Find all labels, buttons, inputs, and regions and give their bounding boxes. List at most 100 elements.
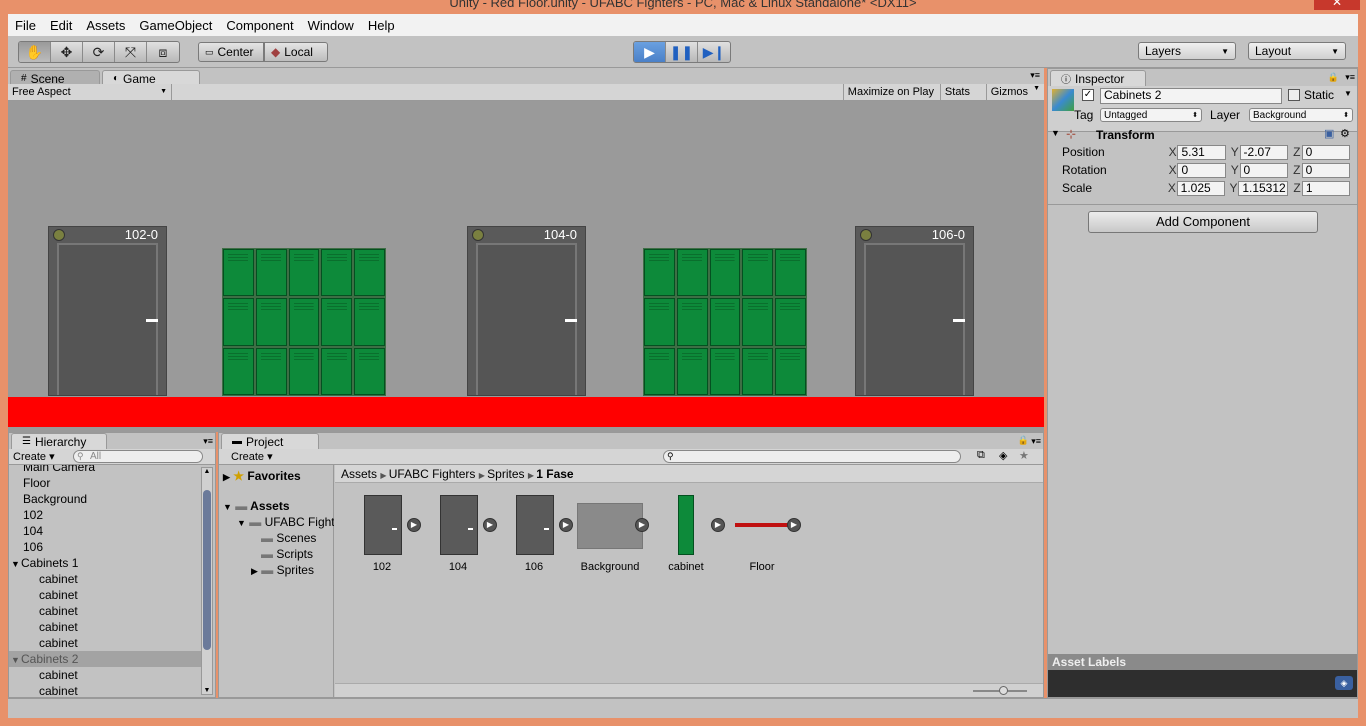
project-search-input[interactable]: ⚲ [663, 450, 961, 463]
hierarchy-item-cabinets-1[interactable]: ▼Cabinets 1 [9, 555, 201, 571]
stats-toggle[interactable]: Stats [939, 84, 974, 100]
rotation-z-field[interactable]: 0 [1301, 162, 1350, 178]
assets-folder[interactable]: ▼ ▬ Assets [223, 499, 290, 513]
hierarchy-item[interactable]: cabinet [9, 635, 201, 651]
favorites-item[interactable]: ▶ ★ Favorites [223, 469, 301, 483]
rect-tool-icon[interactable]: ⧈ [147, 42, 179, 62]
pause-icon[interactable]: ❚❚ [666, 42, 698, 62]
chevron-down-icon[interactable]: ▼ [1051, 128, 1060, 138]
position-z-field[interactable]: 0 [1301, 144, 1350, 160]
hierarchy-item[interactable]: cabinet [9, 683, 201, 697]
hierarchy-item-cabinets-2[interactable]: ▼Cabinets 2 [9, 651, 201, 667]
expand-sprite-icon[interactable]: ▶ [559, 518, 573, 532]
hand-tool-icon[interactable]: ✋ [19, 42, 51, 62]
hierarchy-item[interactable]: Background [9, 491, 201, 507]
hierarchy-item[interactable]: 106 [9, 539, 201, 555]
maximize-on-play-toggle[interactable]: Maximize on Play [842, 84, 938, 100]
breadcrumb-current[interactable]: 1 Fase [536, 467, 573, 481]
menu-edit[interactable]: Edit [43, 18, 79, 33]
hierarchy-item[interactable]: Floor [9, 475, 201, 491]
chevron-right-icon[interactable]: ▶ [251, 566, 258, 576]
scale-y-field[interactable]: 1.15312 [1238, 180, 1289, 196]
tab-hierarchy[interactable]: ☰ Hierarchy [11, 433, 107, 449]
expand-arrow-icon[interactable]: ▼ [11, 556, 21, 572]
asset-cabinet[interactable]: cabinet [659, 495, 713, 573]
tag-icon[interactable]: ◈ [1335, 676, 1353, 690]
position-y-field[interactable]: -2.07 [1239, 144, 1288, 160]
static-checkbox[interactable] [1288, 89, 1300, 101]
rotation-y-field[interactable]: 0 [1239, 162, 1288, 178]
rotation-x-field[interactable]: 0 [1177, 162, 1226, 178]
hierarchy-item[interactable]: 102 [9, 507, 201, 523]
menu-help[interactable]: Help [361, 18, 402, 33]
hierarchy-item[interactable]: Main Camera [9, 465, 201, 475]
help-icon[interactable]: ▣ [1324, 127, 1334, 140]
menu-component[interactable]: Component [219, 18, 300, 33]
object-name-field[interactable]: Cabinets 2 [1100, 88, 1282, 104]
layers-dropdown[interactable]: Layers ▼ [1138, 42, 1236, 60]
hierarchy-search-input[interactable]: ⚲ All [73, 450, 203, 463]
position-x-field[interactable]: 5.31 [1177, 144, 1226, 160]
hierarchy-create-button[interactable]: Create ▾ [13, 450, 55, 463]
chevron-down-icon[interactable]: ▼ [202, 687, 212, 694]
panel-menu-icon[interactable]: ▾≡ [203, 436, 213, 447]
menu-file[interactable]: File [8, 18, 43, 33]
breadcrumb-sprites[interactable]: Sprites [487, 467, 524, 481]
star-icon[interactable]: ★ [1019, 449, 1029, 462]
layer-dropdown[interactable]: Background ⬍ [1249, 108, 1353, 122]
project-create-button[interactable]: Create ▾ [231, 450, 273, 463]
tag-dropdown[interactable]: Untagged ⬍ [1100, 108, 1202, 122]
menu-window[interactable]: Window [301, 18, 361, 33]
rotate-tool-icon[interactable]: ⟳ [83, 42, 115, 62]
slider-thumb[interactable] [999, 686, 1008, 695]
expand-sprite-icon[interactable]: ▶ [787, 518, 801, 532]
chevron-up-icon[interactable]: ▲ [202, 468, 212, 475]
asset-104[interactable]: 104 [431, 495, 485, 573]
game-view[interactable]: 102-0 104-0 106-0 [8, 101, 1044, 432]
space-local-button[interactable]: ◆ Local [264, 42, 328, 62]
chevron-down-icon[interactable]: ▼ [223, 502, 232, 512]
gear-icon[interactable]: ⚙ [1340, 127, 1350, 140]
active-checkbox[interactable]: ✓ [1082, 89, 1094, 101]
scale-z-field[interactable]: 1 [1301, 180, 1350, 196]
asset-106[interactable]: 106 [507, 495, 561, 573]
scrollbar-thumb[interactable] [203, 490, 211, 650]
expand-sprite-icon[interactable]: ▶ [483, 518, 497, 532]
tag-icon[interactable]: ◈ [999, 449, 1007, 462]
scripts-folder[interactable]: ▬ Scripts [261, 547, 313, 561]
panel-menu-icon[interactable]: ▾≡ [1345, 72, 1355, 83]
expand-sprite-icon[interactable]: ▶ [407, 518, 421, 532]
step-icon[interactable]: ▶❙ [698, 42, 730, 62]
ufabc-folder[interactable]: ▼ ▬ UFABC Fight [237, 515, 334, 529]
hierarchy-item[interactable]: cabinet [9, 571, 201, 587]
pivot-center-button[interactable]: ▭ Center [198, 42, 264, 62]
hierarchy-item[interactable]: cabinet [9, 619, 201, 635]
hierarchy-item[interactable]: cabinet [9, 667, 201, 683]
scale-tool-icon[interactable]: ⤧ [115, 42, 147, 62]
chevron-down-icon[interactable]: ▼ [1344, 89, 1352, 98]
add-component-button[interactable]: Add Component [1088, 211, 1318, 233]
scenes-folder[interactable]: ▬ Scenes [261, 531, 316, 545]
aspect-dropdown[interactable]: Free Aspect ▼ [12, 84, 172, 100]
hierarchy-scrollbar[interactable]: ▲ ▼ [201, 467, 213, 695]
expand-arrow-icon[interactable]: ▼ [11, 652, 21, 668]
panel-menu-icon[interactable]: ▾≡ [1030, 70, 1040, 81]
gizmos-toggle[interactable]: Gizmos [985, 84, 1032, 100]
expand-sprite-icon[interactable]: ▶ [711, 518, 725, 532]
sprites-folder[interactable]: ▶ ▬ Sprites [251, 563, 314, 577]
asset-background[interactable]: Background [576, 495, 644, 573]
breadcrumb-ufabc[interactable]: UFABC Fighters [389, 467, 476, 481]
hierarchy-item[interactable]: cabinet [9, 603, 201, 619]
menu-gameobject[interactable]: GameObject [132, 18, 219, 33]
expand-sprite-icon[interactable]: ▶ [635, 518, 649, 532]
hierarchy-item[interactable]: 104 [9, 523, 201, 539]
close-window-button[interactable]: ✕ [1314, 0, 1360, 10]
layout-dropdown[interactable]: Layout ▼ [1248, 42, 1346, 60]
play-icon[interactable]: ▶ [634, 42, 666, 62]
hierarchy-item[interactable]: cabinet [9, 587, 201, 603]
scale-x-field[interactable]: 1.025 [1176, 180, 1225, 196]
chevron-right-icon[interactable]: ▶ [223, 472, 230, 482]
breadcrumb-assets[interactable]: Assets [341, 467, 377, 481]
panel-menu-icon[interactable]: ▾≡ [1031, 436, 1041, 447]
menu-assets[interactable]: Assets [79, 18, 132, 33]
